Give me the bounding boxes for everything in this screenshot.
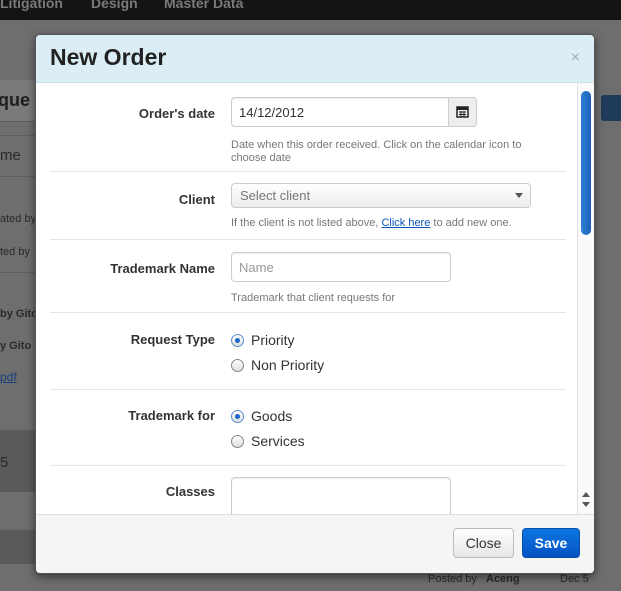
trademark-name-row: Trademark Name Trademark that client req… [50,240,566,313]
background-text: 5 [0,454,9,471]
modal-header: New Order × [36,35,594,83]
trademark-name-label: Trademark Name [110,261,215,276]
classes-label: Classes [165,484,215,499]
modal-title: New Order [50,44,167,70]
trademark-name-input[interactable] [231,252,451,282]
nav-item-design[interactable]: Design [91,0,138,11]
background-posted-name: Aceng [486,573,520,585]
calendar-button[interactable] [448,97,477,127]
non-priority-radio[interactable] [231,359,244,372]
trademark-name-help: Trademark that client requests for [231,292,396,304]
background-text: ated by [0,213,37,225]
services-radio[interactable] [231,435,244,448]
priority-radio[interactable] [231,334,244,347]
client-select[interactable]: Select client [231,183,531,208]
scroll-down-icon[interactable] [582,502,590,507]
close-icon[interactable]: × [571,49,580,67]
modal-body: Order's date Date when this order receiv… [36,83,594,514]
goods-radio-label[interactable]: Goods [251,408,292,424]
background-text: by Gito [0,308,38,320]
scrollbar-thumb[interactable] [581,91,591,235]
background-button [601,95,621,121]
save-button[interactable]: Save [522,528,580,558]
priority-radio-label[interactable]: Priority [251,332,295,348]
client-select-placeholder: Select client [240,188,311,203]
order-date-help: Date when this order received. Click on … [231,139,522,164]
services-radio-label[interactable]: Services [251,433,305,449]
background-text: me [0,147,21,164]
client-help: If the client is not listed above, Click… [231,217,512,229]
client-label: Client [178,192,215,207]
top-navigation: Litigation Design Master Data [0,0,621,20]
trademark-for-label: Trademark for [128,408,215,423]
request-type-row: Request Type Priority Non Priority [50,313,566,390]
request-type-label: Request Type [130,332,215,347]
nav-item-master-data[interactable]: Master Data [164,0,243,11]
add-client-link[interactable]: Click here [381,217,430,229]
scroll-up-icon[interactable] [582,492,590,497]
non-priority-radio-label[interactable]: Non Priority [251,357,324,373]
background-posted-label: Posted by [428,573,477,585]
order-date-row: Order's date Date when this order receiv… [50,83,566,172]
calendar-icon [456,106,469,118]
order-date-label: Order's date [138,106,215,121]
close-button[interactable]: Close [453,528,514,558]
background-text: y Gito [0,340,32,352]
classes-row: Classes [50,466,566,514]
background-posted-date: Dec 5 [560,573,589,585]
order-date-input[interactable] [231,97,449,127]
background-page-title: que [0,80,40,122]
goods-radio[interactable] [231,410,244,423]
new-order-modal: New Order × Order's date Date when this … [35,34,595,574]
modal-footer: Close Save [36,514,594,573]
modal-scrollbar[interactable] [577,83,594,514]
client-row: Client Select client If the client is no… [50,172,566,240]
classes-textarea[interactable] [231,477,451,514]
nav-item-litigation[interactable]: Litigation [0,0,63,11]
chevron-down-icon [515,193,523,198]
background-link: pdf [0,370,17,384]
background-text: ted by [0,246,30,258]
trademark-for-row: Trademark for Goods Services [50,390,566,466]
